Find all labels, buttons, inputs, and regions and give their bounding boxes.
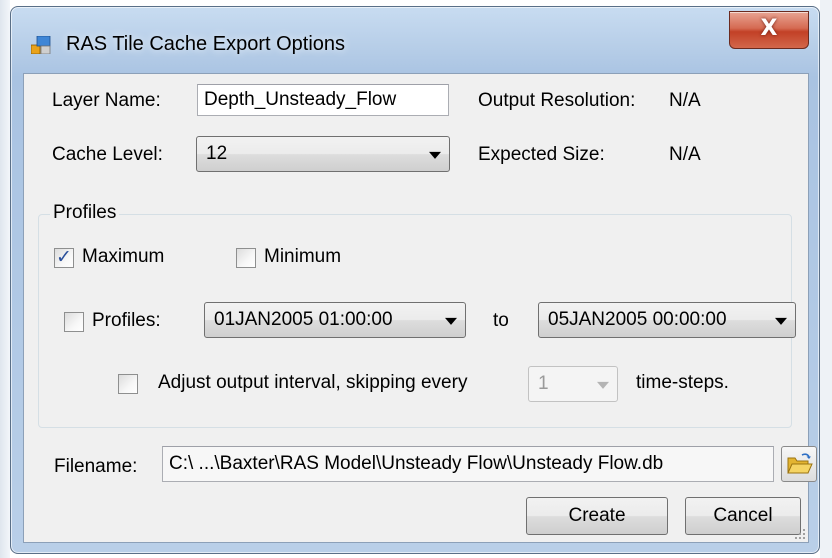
close-button[interactable]: X [729, 11, 809, 49]
close-icon: X [760, 16, 778, 41]
profile-to-select[interactable]: 05JAN2005 00:00:00 [538, 302, 796, 338]
expected-size-value: N/A [669, 144, 701, 165]
output-resolution-label: Output Resolution: [478, 90, 636, 111]
profiles-label[interactable]: Profiles: [92, 310, 161, 332]
skip-steps-value: 1 [538, 373, 549, 394]
profiles-group-legend: Profiles [50, 202, 120, 224]
cancel-button[interactable]: Cancel [685, 497, 801, 535]
title-bar[interactable]: RAS Tile Cache Export Options X [11, 7, 819, 75]
profiles-checkbox[interactable] [64, 312, 84, 332]
cache-level-select[interactable]: 12 [196, 136, 450, 172]
browse-button[interactable] [781, 446, 817, 482]
profile-from-select[interactable]: 01JAN2005 01:00:00 [204, 302, 466, 338]
chevron-down-icon [597, 381, 609, 389]
filename-field[interactable]: C:\ ...\Baxter\RAS Model\Unsteady Flow\U… [162, 446, 774, 482]
time-steps-label: time-steps. [636, 372, 729, 393]
chevron-down-icon [429, 151, 441, 159]
adjust-interval-checkbox[interactable] [118, 374, 138, 394]
dialog-window: RAS Tile Cache Export Options X Layer Na… [10, 6, 820, 554]
chevron-down-icon [775, 317, 787, 325]
minimum-label[interactable]: Minimum [264, 246, 341, 268]
window-title: RAS Tile Cache Export Options [66, 33, 346, 55]
skip-steps-select[interactable]: 1 [528, 366, 618, 402]
cache-level-label: Cache Level: [52, 144, 163, 165]
adjust-interval-label[interactable]: Adjust output interval, skipping every [158, 372, 467, 394]
profile-to-value: 05JAN2005 00:00:00 [548, 309, 727, 330]
output-resolution-value: N/A [669, 90, 701, 111]
background-app-strip-right [820, 0, 832, 558]
background-app-strip [0, 0, 10, 558]
layer-name-input[interactable]: Depth_Unsteady_Flow [197, 84, 449, 116]
create-button[interactable]: Create [526, 497, 668, 535]
resize-grip-icon[interactable] [794, 528, 806, 540]
expected-size-label: Expected Size: [478, 144, 605, 165]
app-icon [31, 36, 51, 54]
filename-label: Filename: [54, 456, 138, 477]
dialog-client-area: Layer Name: Depth_Unsteady_Flow Output R… [23, 73, 817, 543]
profile-from-value: 01JAN2005 01:00:00 [214, 309, 393, 330]
maximum-checkbox[interactable] [54, 246, 74, 268]
to-label: to [493, 310, 509, 331]
layer-name-label: Layer Name: [52, 90, 161, 111]
minimum-checkbox[interactable] [236, 248, 256, 268]
folder-open-icon [787, 453, 813, 474]
cache-level-value: 12 [206, 143, 228, 164]
chevron-down-icon [445, 317, 457, 325]
maximum-label[interactable]: Maximum [82, 246, 164, 268]
